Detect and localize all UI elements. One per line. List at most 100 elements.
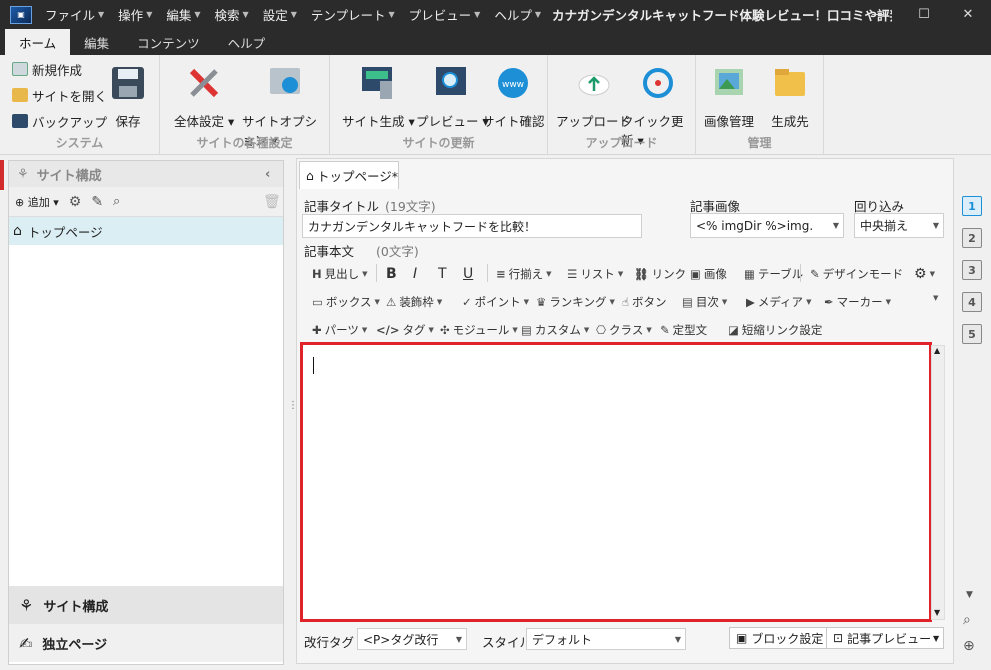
- page-5-button[interactable]: 5: [962, 324, 982, 344]
- splitter-handle[interactable]: ⋮: [288, 400, 298, 420]
- new-site-button[interactable]: 新規作成: [12, 59, 82, 79]
- menu-preview[interactable]: プレビュー ▼: [402, 0, 488, 29]
- ranking-button[interactable]: ♛ ランキング ▼: [536, 294, 615, 310]
- collapse-icon[interactable]: ‹: [265, 167, 270, 182]
- scroll-down-icon[interactable]: ▼: [966, 590, 973, 600]
- article-title-input[interactable]: カナガンデンタルキャットフードを比較！: [302, 214, 642, 238]
- upload-button[interactable]: アップロード: [556, 63, 631, 130]
- vertical-scrollbar[interactable]: ▲ ▼: [931, 345, 945, 620]
- chevron-down-icon: ▼: [388, 10, 395, 19]
- tag-button[interactable]: </> タグ ▼: [376, 322, 434, 338]
- menu-file[interactable]: ファイル ▼: [38, 0, 111, 29]
- page-2-button[interactable]: 2: [962, 228, 982, 248]
- nav-standalone-pages[interactable]: ✍ 独立ページ: [9, 624, 283, 662]
- nav-site-structure[interactable]: ⚘ サイト構成: [9, 586, 283, 624]
- search-icon[interactable]: ⌕: [113, 194, 120, 209]
- gear-icon[interactable]: ⚙: [69, 194, 82, 210]
- globe-icon[interactable]: ⊕: [963, 638, 975, 654]
- decor-frame-button[interactable]: ⚠ 装飾枠 ▼: [386, 294, 442, 310]
- link-button[interactable]: ⛓ リンク: [634, 266, 686, 282]
- marker-button[interactable]: ✒ マーカー ▼: [824, 294, 891, 310]
- page-1-button[interactable]: 1: [962, 196, 982, 216]
- menu-search[interactable]: 検索 ▼: [208, 0, 256, 29]
- minimize-button[interactable]: —: [855, 0, 901, 29]
- tab-content[interactable]: コンテンツ: [123, 29, 214, 55]
- page-edit-icon: ✍: [19, 633, 33, 653]
- tools-icon: [184, 63, 224, 103]
- menu-operation[interactable]: 操作 ▼: [111, 0, 159, 29]
- generate-site-button[interactable]: サイト生成 ▾: [342, 63, 415, 130]
- parts-button[interactable]: ✚ パーツ ▼: [312, 322, 367, 338]
- button-label: 全体設定: [174, 114, 225, 129]
- tab-label: トップページ*: [316, 169, 398, 184]
- tab-top-page[interactable]: ⌂ トップページ*: [299, 161, 399, 189]
- italic-button[interactable]: I: [413, 266, 417, 282]
- image-button[interactable]: ▣ 画像: [690, 266, 727, 282]
- menu-help[interactable]: ヘルプ ▼: [487, 0, 548, 29]
- style-select[interactable]: デフォルト ▼: [526, 628, 686, 650]
- template-text-button[interactable]: ✎ 定型文: [660, 322, 707, 338]
- maximize-button[interactable]: ☐: [901, 0, 947, 29]
- tab-home[interactable]: ホーム: [5, 29, 71, 55]
- class-button[interactable]: ⎔ クラス ▼: [596, 322, 652, 338]
- menu-template[interactable]: テンプレート ▼: [304, 0, 402, 29]
- svg-text:www: www: [502, 80, 524, 90]
- search-icon[interactable]: ⌕: [963, 612, 971, 628]
- close-button[interactable]: ✕: [945, 0, 991, 29]
- trash-icon[interactable]: 🗑: [263, 194, 281, 210]
- chevron-down-icon: ▼: [98, 10, 105, 19]
- site-build-icon: [358, 63, 398, 103]
- add-page-button[interactable]: ⊕ 追加 ▾: [15, 194, 59, 210]
- button-label: 追加: [27, 195, 50, 209]
- align-button[interactable]: ≡ 行揃え ▼: [496, 266, 552, 282]
- media-button[interactable]: ▶ メディア ▼: [746, 294, 811, 310]
- box-button[interactable]: ▭ ボックス ▼: [312, 294, 380, 310]
- button-label: 生成先: [771, 114, 809, 129]
- list-icon: ☰: [567, 267, 578, 281]
- article-body-textarea[interactable]: [300, 342, 932, 622]
- page-3-button[interactable]: 3: [962, 260, 982, 280]
- scroll-up-icon[interactable]: ▲: [934, 346, 940, 355]
- linebreak-label: 改行タグ: [304, 635, 355, 650]
- toc-button[interactable]: ▤ 目次 ▼: [682, 294, 727, 310]
- short-link-button[interactable]: ◪ 短縮リンク設定: [728, 322, 822, 338]
- underline-button[interactable]: U: [463, 266, 473, 282]
- output-folder-button[interactable]: 生成先: [770, 63, 810, 130]
- button-insert-button[interactable]: ☝ ボタン: [622, 294, 667, 310]
- point-button[interactable]: ✓ ポイント ▼: [462, 294, 529, 310]
- gear-icon[interactable]: ⚙ ▼: [914, 266, 935, 282]
- save-button[interactable]: 保存: [108, 63, 148, 130]
- menu-edit[interactable]: 編集 ▼: [159, 0, 207, 29]
- article-image-select[interactable]: <% imgDir %>img. ▼: [690, 213, 844, 238]
- page-4-button[interactable]: 4: [962, 292, 982, 312]
- menu-settings[interactable]: 設定 ▼: [256, 0, 304, 29]
- linebreak-select[interactable]: <P>タグ改行 ▼: [357, 628, 467, 650]
- backup-button[interactable]: バックアップ: [12, 111, 107, 131]
- bold-button[interactable]: B: [386, 266, 397, 282]
- design-mode-button[interactable]: ✎ デザインモード: [810, 266, 903, 282]
- button-label: サイトを開く: [32, 88, 108, 104]
- list-button[interactable]: ☰ リスト ▼: [567, 266, 623, 282]
- pencil-icon[interactable]: ✎: [91, 194, 103, 210]
- text-size-button[interactable]: T: [438, 266, 447, 282]
- custom-button[interactable]: ▤ カスタム ▼: [521, 322, 589, 338]
- chevron-down-icon: ▼: [474, 10, 481, 19]
- button-label: プレビュー: [416, 114, 479, 129]
- tree-item-top-page[interactable]: ⌂ トップページ: [9, 217, 283, 245]
- table-button[interactable]: ▦ テーブル: [744, 266, 803, 282]
- chevron-down-icon: ▼: [194, 10, 201, 19]
- tab-edit[interactable]: 編集: [70, 29, 123, 55]
- heading-button[interactable]: H 見出し ▼: [312, 266, 368, 282]
- image-manager-button[interactable]: 画像管理: [704, 63, 754, 130]
- global-settings-button[interactable]: 全体設定 ▾: [174, 63, 234, 130]
- heading-icon: H: [312, 267, 322, 281]
- module-button[interactable]: ✣ モジュール ▼: [440, 322, 518, 338]
- preview-button[interactable]: プレビュー ▾: [416, 63, 489, 130]
- tab-help[interactable]: ヘルプ: [214, 29, 280, 55]
- article-preview-button[interactable]: ⊡ 記事プレビュー ▼: [826, 627, 944, 649]
- scroll-down-icon[interactable]: ▼: [934, 608, 940, 617]
- block-settings-button[interactable]: ▣ ブロック設定: [729, 627, 831, 649]
- wrap-select[interactable]: 中央揃え ▼: [854, 213, 944, 238]
- site-check-button[interactable]: www サイト確認: [482, 63, 545, 130]
- open-site-button[interactable]: サイトを開く: [12, 85, 107, 105]
